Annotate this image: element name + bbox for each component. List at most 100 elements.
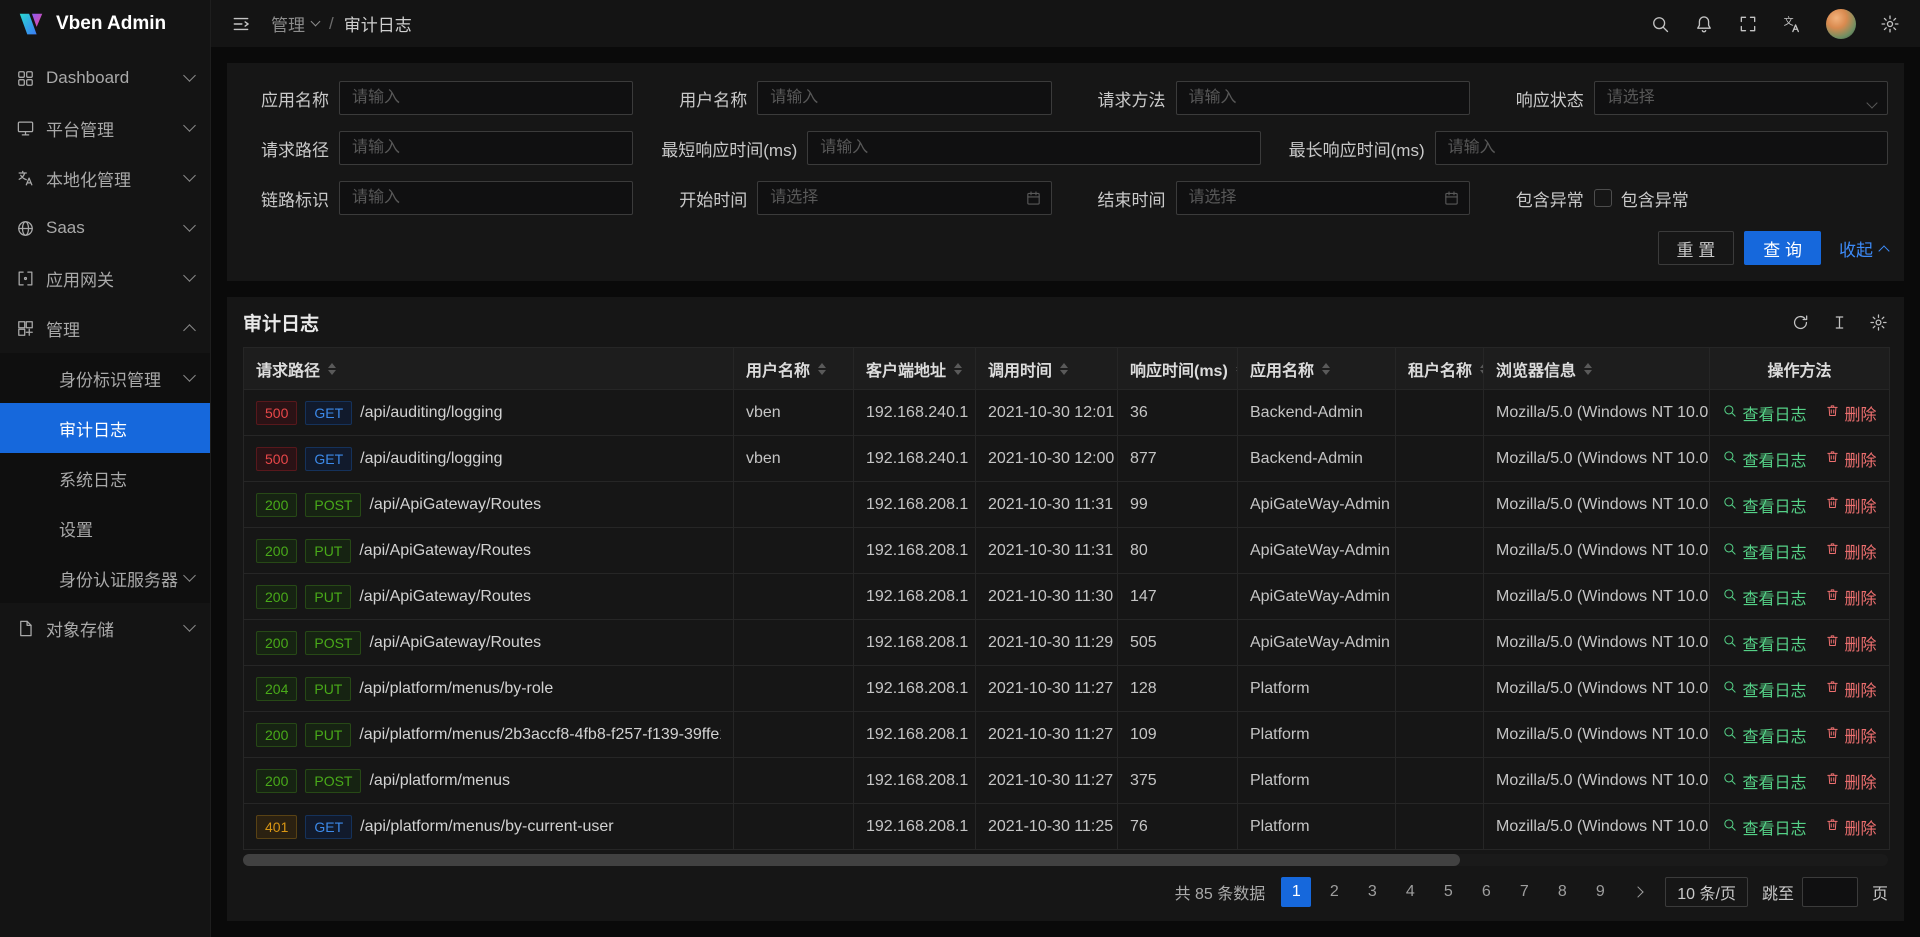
sidebar-subitem-identity[interactable]: 身份标识管理	[0, 353, 210, 403]
avatar[interactable]	[1826, 9, 1856, 39]
view-log-button[interactable]: 查看日志	[1722, 677, 1806, 701]
page-button-3[interactable]: 3	[1357, 877, 1387, 907]
view-log-button[interactable]: 查看日志	[1722, 493, 1806, 517]
page-button-5[interactable]: 5	[1433, 877, 1463, 907]
page-button-1[interactable]: 1	[1281, 877, 1311, 907]
sidebar-item-platform[interactable]: 平台管理	[0, 103, 210, 153]
search-icon[interactable]	[1650, 14, 1670, 34]
scrollbar-thumb[interactable]	[243, 854, 1460, 866]
user-name-input[interactable]	[757, 81, 1051, 115]
sidebar-item-gateway[interactable]: 应用网关	[0, 253, 210, 303]
sidebar: Vben Admin Dashboard平台管理本地化管理Saas应用网关管理身…	[0, 0, 211, 937]
view-log-icon	[1722, 725, 1737, 745]
end-time-picker[interactable]	[1176, 181, 1470, 215]
delete-button[interactable]: 删除	[1825, 585, 1877, 609]
app-name-input[interactable]	[339, 81, 633, 115]
cell-app-name: Backend-Admin	[1238, 436, 1396, 482]
view-log-button[interactable]: 查看日志	[1722, 447, 1806, 471]
max-response-time-input[interactable]	[1435, 131, 1888, 165]
column-header-browser[interactable]: 浏览器信息	[1484, 348, 1710, 390]
sort-icon[interactable]	[328, 363, 336, 375]
delete-button[interactable]: 删除	[1825, 447, 1877, 471]
horizontal-scrollbar[interactable]	[243, 854, 1888, 866]
delete-button[interactable]: 删除	[1825, 401, 1877, 425]
request-path-input[interactable]	[339, 131, 633, 165]
chevron-down-icon	[311, 16, 321, 26]
breadcrumb-root[interactable]: 管理	[271, 11, 319, 36]
sort-icon[interactable]	[1584, 363, 1592, 375]
collapse-button[interactable]: 收起	[1839, 236, 1888, 261]
cell-request-path: 401GET/api/platform/menus/by-current-use…	[244, 804, 734, 850]
sidebar-subitem-auth-server[interactable]: 身份认证服务器	[0, 553, 210, 603]
page-button-6[interactable]: 6	[1471, 877, 1501, 907]
response-status-select[interactable]	[1594, 81, 1888, 115]
page-size-select[interactable]: 10 条/页	[1665, 877, 1748, 907]
request-method-input[interactable]	[1176, 81, 1470, 115]
reset-button[interactable]: 重 置	[1658, 231, 1735, 265]
column-header-user[interactable]: 用户名称	[734, 348, 854, 390]
sidebar-subitem-settings[interactable]: 设置	[0, 503, 210, 553]
view-log-button[interactable]: 查看日志	[1722, 769, 1806, 793]
view-log-button[interactable]: 查看日志	[1722, 815, 1806, 839]
column-label: 响应时间(ms)	[1130, 357, 1228, 381]
delete-button[interactable]: 删除	[1825, 493, 1877, 517]
trace-id-input[interactable]	[339, 181, 633, 215]
search-button[interactable]: 查 询	[1744, 231, 1821, 265]
logo[interactable]: Vben Admin	[0, 0, 210, 47]
next-page-button[interactable]	[1623, 877, 1653, 907]
column-header-ms[interactable]: 响应时间(ms)	[1118, 348, 1238, 390]
settings-gear-icon[interactable]	[1880, 14, 1900, 34]
page-button-4[interactable]: 4	[1395, 877, 1425, 907]
column-header-tenant[interactable]: 租户名称	[1396, 348, 1484, 390]
cell-tenant-name	[1396, 482, 1484, 528]
row-height-icon[interactable]	[1830, 313, 1849, 332]
page-button-2[interactable]: 2	[1319, 877, 1349, 907]
sort-icon[interactable]	[1480, 363, 1483, 375]
cell-request-path: 200POST/api/ApiGateway/Routes	[244, 620, 734, 666]
delete-button[interactable]: 删除	[1825, 677, 1877, 701]
notification-bell-icon[interactable]	[1694, 14, 1714, 34]
view-log-button[interactable]: 查看日志	[1722, 539, 1806, 563]
page-button-8[interactable]: 8	[1547, 877, 1577, 907]
request-path: /api/platform/menus/by-current-user	[360, 818, 613, 836]
sort-icon[interactable]	[1322, 363, 1330, 375]
delete-button[interactable]: 删除	[1825, 815, 1877, 839]
column-settings-icon[interactable]	[1869, 313, 1888, 332]
sidebar-subitem-label: 身份认证服务器	[59, 566, 178, 591]
sort-icon[interactable]	[954, 363, 962, 375]
sidebar-subitem-audit-log[interactable]: 审计日志	[0, 403, 210, 453]
include-exception-checkbox[interactable]	[1594, 189, 1612, 207]
view-log-button[interactable]: 查看日志	[1722, 401, 1806, 425]
fullscreen-icon[interactable]	[1738, 14, 1758, 34]
refresh-icon[interactable]	[1791, 313, 1810, 332]
page-button-7[interactable]: 7	[1509, 877, 1539, 907]
start-time-picker[interactable]	[757, 181, 1051, 215]
view-log-button[interactable]: 查看日志	[1722, 585, 1806, 609]
jump-page-input[interactable]	[1802, 877, 1858, 907]
sidebar-item-localization[interactable]: 本地化管理	[0, 153, 210, 203]
column-header-time[interactable]: 调用时间	[976, 348, 1118, 390]
cell-response-time: 99	[1118, 482, 1238, 528]
sidebar-item-saas[interactable]: Saas	[0, 203, 210, 253]
page-button-9[interactable]: 9	[1585, 877, 1615, 907]
translate-icon[interactable]: 文	[1782, 14, 1802, 34]
delete-button[interactable]: 删除	[1825, 769, 1877, 793]
sidebar-item-storage[interactable]: 对象存储	[0, 603, 210, 653]
min-response-time-input[interactable]	[807, 131, 1260, 165]
sidebar-item-dashboard[interactable]: Dashboard	[0, 53, 210, 103]
breadcrumb-root-label: 管理	[271, 11, 305, 36]
column-header-app[interactable]: 应用名称	[1238, 348, 1396, 390]
view-log-button[interactable]: 查看日志	[1722, 631, 1806, 655]
view-log-button[interactable]: 查看日志	[1722, 723, 1806, 747]
sort-icon[interactable]	[818, 363, 826, 375]
sidebar-item-management[interactable]: 管理	[0, 303, 210, 353]
menu-fold-icon[interactable]	[231, 14, 251, 34]
delete-button[interactable]: 删除	[1825, 539, 1877, 563]
column-header-ip[interactable]: 客户端地址	[854, 348, 976, 390]
column-header-path[interactable]: 请求路径	[244, 348, 734, 390]
sidebar-subitem-system-log[interactable]: 系统日志	[0, 453, 210, 503]
chevron-down-icon	[183, 219, 196, 232]
delete-button[interactable]: 删除	[1825, 631, 1877, 655]
delete-button[interactable]: 删除	[1825, 723, 1877, 747]
sort-icon[interactable]	[1060, 363, 1068, 375]
